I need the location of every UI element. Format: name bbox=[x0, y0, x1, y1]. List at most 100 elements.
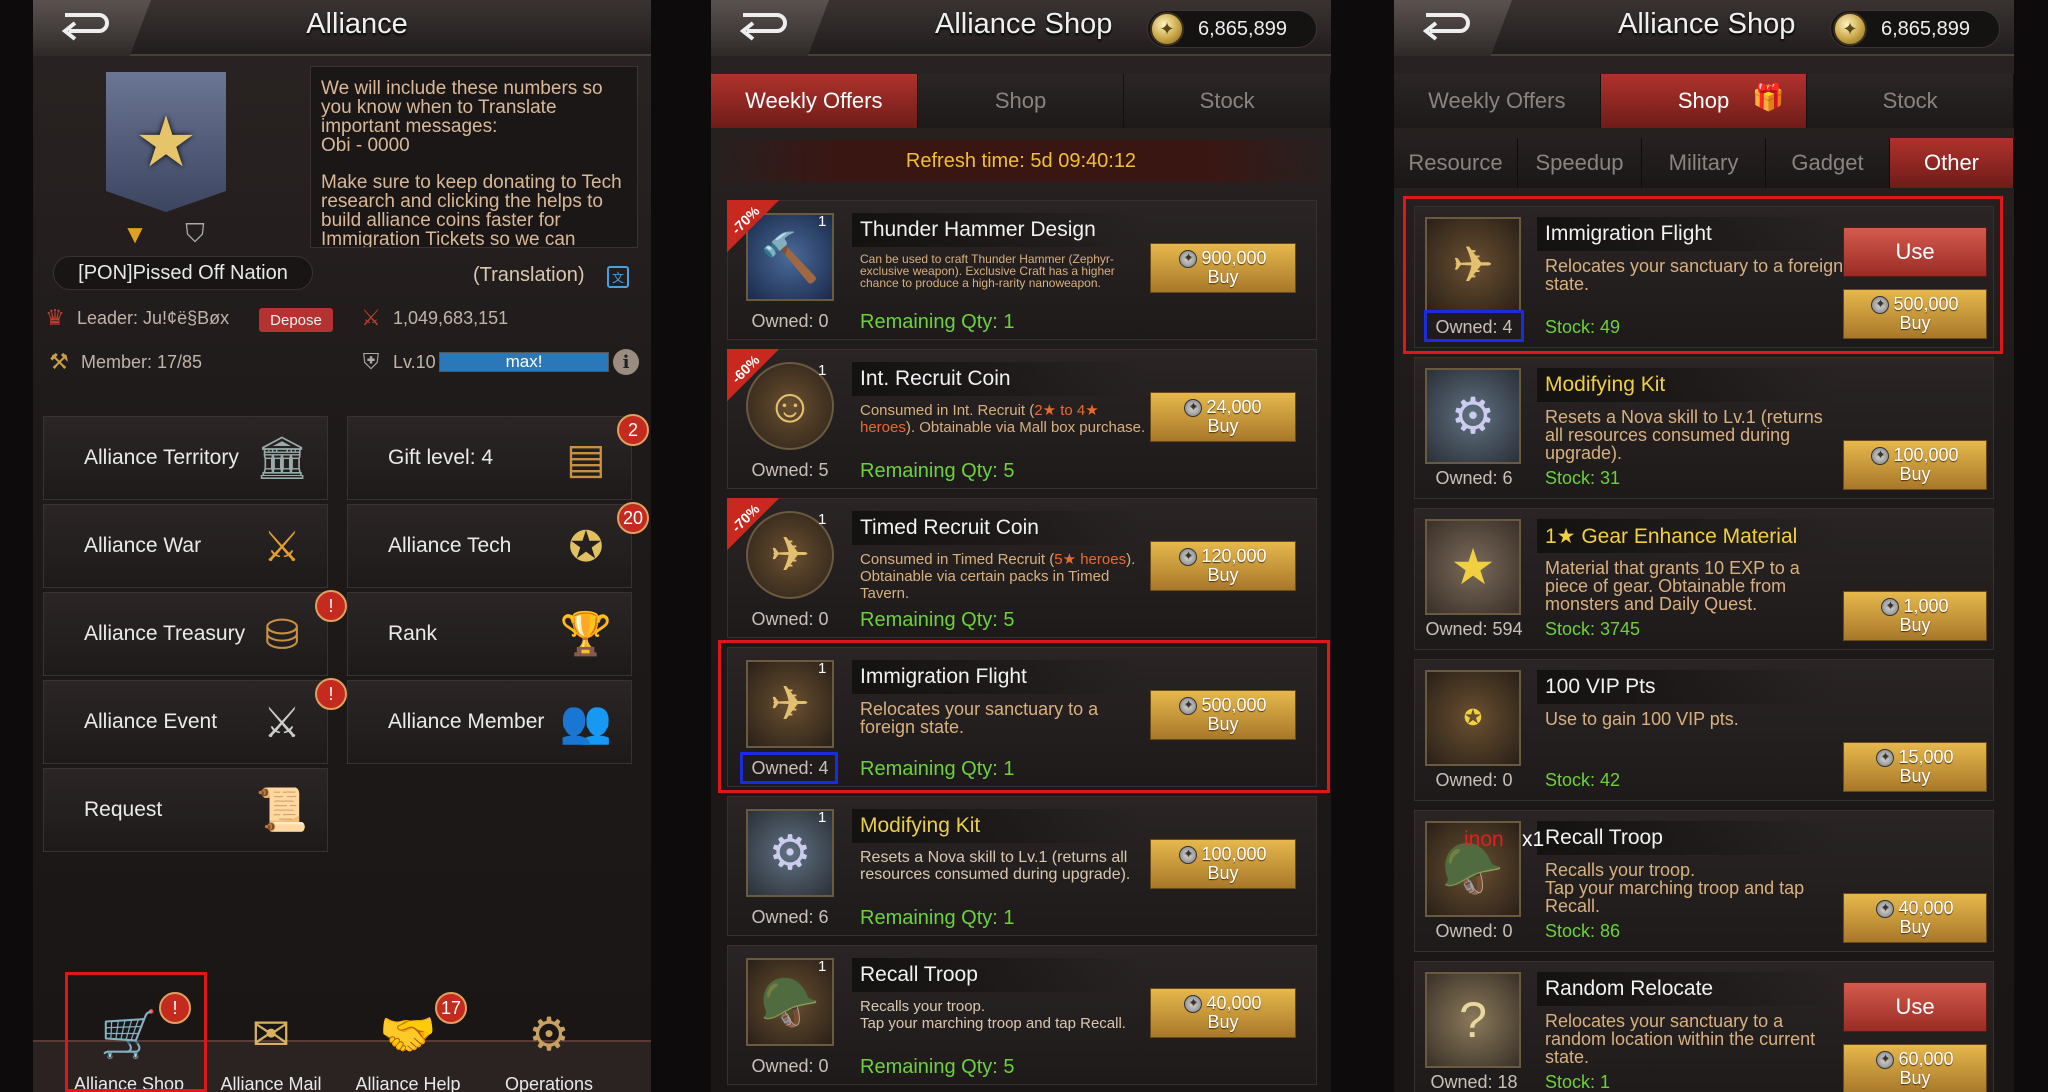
buy-button[interactable]: ✦ 120,000 Buy bbox=[1150, 541, 1296, 591]
tab-weekly-offers[interactable]: Weekly Offers bbox=[711, 74, 918, 128]
buy-button[interactable]: ✦ 15,000 Buy bbox=[1843, 742, 1987, 792]
menu-label: Alliance Member bbox=[388, 710, 545, 733]
top-bar: Alliance bbox=[33, 0, 651, 56]
item-description: Consumed in Timed Recruit (5★ heroes). O… bbox=[860, 551, 1150, 602]
tab-shop[interactable]: Shop bbox=[917, 74, 1125, 128]
overlay-qty: x1 bbox=[1522, 828, 1545, 851]
menu-label: Alliance Territory bbox=[84, 446, 239, 469]
item-description: Can be used to craft Thunder Hammer (Zep… bbox=[860, 252, 1115, 290]
question-icon: ? bbox=[1425, 972, 1521, 1068]
back-button[interactable] bbox=[711, 0, 829, 56]
nav-label: Operations bbox=[504, 1074, 594, 1092]
message-line: Obi - 0000 bbox=[321, 135, 410, 156]
menu-alliance-war[interactable]: Alliance War ⚔ bbox=[43, 504, 328, 588]
crossed-swords-icon: ⚔ bbox=[263, 522, 301, 570]
menu-alliance-member[interactable]: Alliance Member 👥 bbox=[347, 680, 632, 764]
menu-alliance-event[interactable]: Alliance Event ⚔ bbox=[43, 680, 328, 764]
owned-count: Owned: 6 bbox=[751, 907, 829, 927]
shield-badge-icon: ⛉ bbox=[185, 218, 205, 248]
alliance-shop-weekly-panel: Alliance Shop ✦ 6,865,899 Weekly Offers S… bbox=[711, 0, 1331, 1092]
menu-rank[interactable]: Rank 🏆 bbox=[347, 592, 632, 676]
tab-stock[interactable]: Stock bbox=[1124, 74, 1331, 128]
member-line: ⚒ Member: 17/85 bbox=[43, 346, 202, 378]
item-name: Modifying Kit bbox=[852, 809, 1142, 843]
info-icon[interactable]: i bbox=[613, 349, 639, 375]
coin-icon: ✦ bbox=[1871, 446, 1890, 465]
menu-alliance-treasury[interactable]: Alliance Treasury ⛁ bbox=[43, 592, 328, 676]
mail-icon: ✉ bbox=[251, 1008, 291, 1060]
subtab-military[interactable]: Military bbox=[1642, 138, 1766, 188]
level-icon: ⛨ bbox=[362, 349, 380, 374]
nav-label: Alliance Help bbox=[355, 1074, 461, 1092]
star-icon: ★ bbox=[134, 103, 198, 181]
buy-button[interactable]: ✦ 900,000 Buy bbox=[1150, 243, 1296, 293]
discount-label: -60% bbox=[728, 351, 763, 387]
buy-button[interactable]: ✦ 60,000 Buy bbox=[1843, 1044, 1987, 1092]
scroll-search-icon: 📜 bbox=[255, 785, 309, 833]
item-qty: 1 bbox=[818, 511, 827, 528]
top-bar: Alliance Shop ✦ 6,865,899 bbox=[711, 0, 1331, 56]
price: 40,000 bbox=[1898, 898, 1954, 918]
desc-highlight: 5★ heroes bbox=[1054, 551, 1127, 568]
shop-item-card: ☺ 1 -60% Owned: 5 Int. Recruit Coin Cons… bbox=[727, 349, 1317, 489]
refresh-timer: Refresh time: 5d 09:40:12 bbox=[711, 140, 1331, 182]
notification-badge: ! bbox=[315, 678, 347, 710]
coin-amount: 6,865,899 bbox=[1881, 17, 1970, 40]
back-button[interactable] bbox=[1394, 0, 1512, 56]
page-title: Alliance bbox=[306, 8, 408, 40]
item-qty: 1 bbox=[818, 958, 827, 975]
tab-weekly-offers[interactable]: Weekly Offers bbox=[1394, 74, 1601, 128]
item-description: Resets a Nova skill to Lv.1 (returns all… bbox=[1545, 407, 1823, 463]
remaining-qty: Remaining Qty: 5 bbox=[860, 609, 1015, 631]
member-count: Member: 17/85 bbox=[81, 351, 203, 372]
category-tabs: Resource Speedup Military Gadget Other bbox=[1394, 138, 2014, 188]
nav-label: Alliance Mail bbox=[220, 1074, 322, 1092]
menu-gift-level[interactable]: Gift level: 4 ▤ bbox=[347, 416, 632, 500]
item-description: Relocates your sanctuary to a random loc… bbox=[1545, 1011, 1816, 1067]
depose-button[interactable]: Depose bbox=[259, 308, 333, 332]
notification-badge: 20 bbox=[617, 502, 649, 534]
buy-label: Buy bbox=[1207, 267, 1239, 287]
tab-stock[interactable]: Stock bbox=[1807, 74, 2014, 128]
subtab-gadget[interactable]: Gadget bbox=[1766, 138, 1890, 188]
rank-badge-icon: ▼ bbox=[122, 218, 148, 249]
stock-count: Stock: 1 bbox=[1545, 1072, 1611, 1092]
overlay-text: inon bbox=[1464, 828, 1504, 851]
menu-alliance-tech[interactable]: Alliance Tech ✪ bbox=[347, 504, 632, 588]
kit-icon: ⚙ bbox=[1425, 368, 1521, 464]
alliance-name: [PON]Pissed Off Nation bbox=[53, 256, 313, 290]
price: 100,000 bbox=[1893, 445, 1959, 465]
buy-button[interactable]: ✦ 40,000 Buy bbox=[1843, 893, 1987, 943]
subtab-speedup[interactable]: Speedup bbox=[1518, 138, 1642, 188]
owned-count: Owned: 594 bbox=[1425, 619, 1523, 639]
subtab-other[interactable]: Other bbox=[1890, 138, 2014, 188]
item-qty: 1 bbox=[818, 362, 827, 379]
buy-button[interactable]: ✦ 100,000 Buy bbox=[1150, 839, 1296, 889]
stock-count: Stock: 86 bbox=[1545, 921, 1621, 941]
subtab-resource[interactable]: Resource bbox=[1394, 138, 1518, 188]
nav-operations[interactable]: ⚙ Operations bbox=[479, 1004, 619, 1092]
back-arrow-icon bbox=[739, 13, 787, 41]
shop-tabs: Weekly Offers Shop Stock bbox=[711, 74, 1331, 128]
notification-badge: 2 bbox=[617, 414, 649, 446]
buy-button[interactable]: ✦ 1,000 Buy bbox=[1843, 591, 1987, 641]
use-button[interactable]: Use bbox=[1843, 982, 1987, 1032]
nav-alliance-mail[interactable]: ✉ Alliance Mail bbox=[201, 1004, 341, 1092]
buy-button[interactable]: ✦ 24,000 Buy bbox=[1150, 392, 1296, 442]
menu-request[interactable]: Request 📜 bbox=[43, 768, 328, 852]
buy-label: Buy bbox=[1207, 863, 1239, 883]
item-description: Resets a Nova skill to Lv.1 (returns all… bbox=[860, 849, 1131, 883]
coin-icon: ✦ bbox=[1179, 547, 1198, 566]
alliance-message[interactable]: We will include these numbers so you kno… bbox=[310, 66, 638, 248]
item-name: Int. Recruit Coin bbox=[852, 362, 1142, 396]
owned-count: Owned: 0 bbox=[1435, 770, 1513, 790]
tab-shop[interactable]: Shop 🎁 bbox=[1600, 74, 1808, 128]
buy-button[interactable]: ✦ 40,000 Buy bbox=[1150, 988, 1296, 1038]
gear-icon: ⚙ bbox=[528, 1008, 570, 1060]
buy-button[interactable]: ✦ 100,000 Buy bbox=[1843, 440, 1987, 490]
discount-tag: -60% bbox=[727, 349, 779, 401]
translate-icon[interactable]: 文 bbox=[607, 266, 629, 288]
owned-count: Owned: 0 bbox=[751, 311, 829, 331]
menu-alliance-territory[interactable]: Alliance Territory 🏛 bbox=[43, 416, 328, 500]
translation-link[interactable]: (Translation) bbox=[473, 264, 585, 287]
